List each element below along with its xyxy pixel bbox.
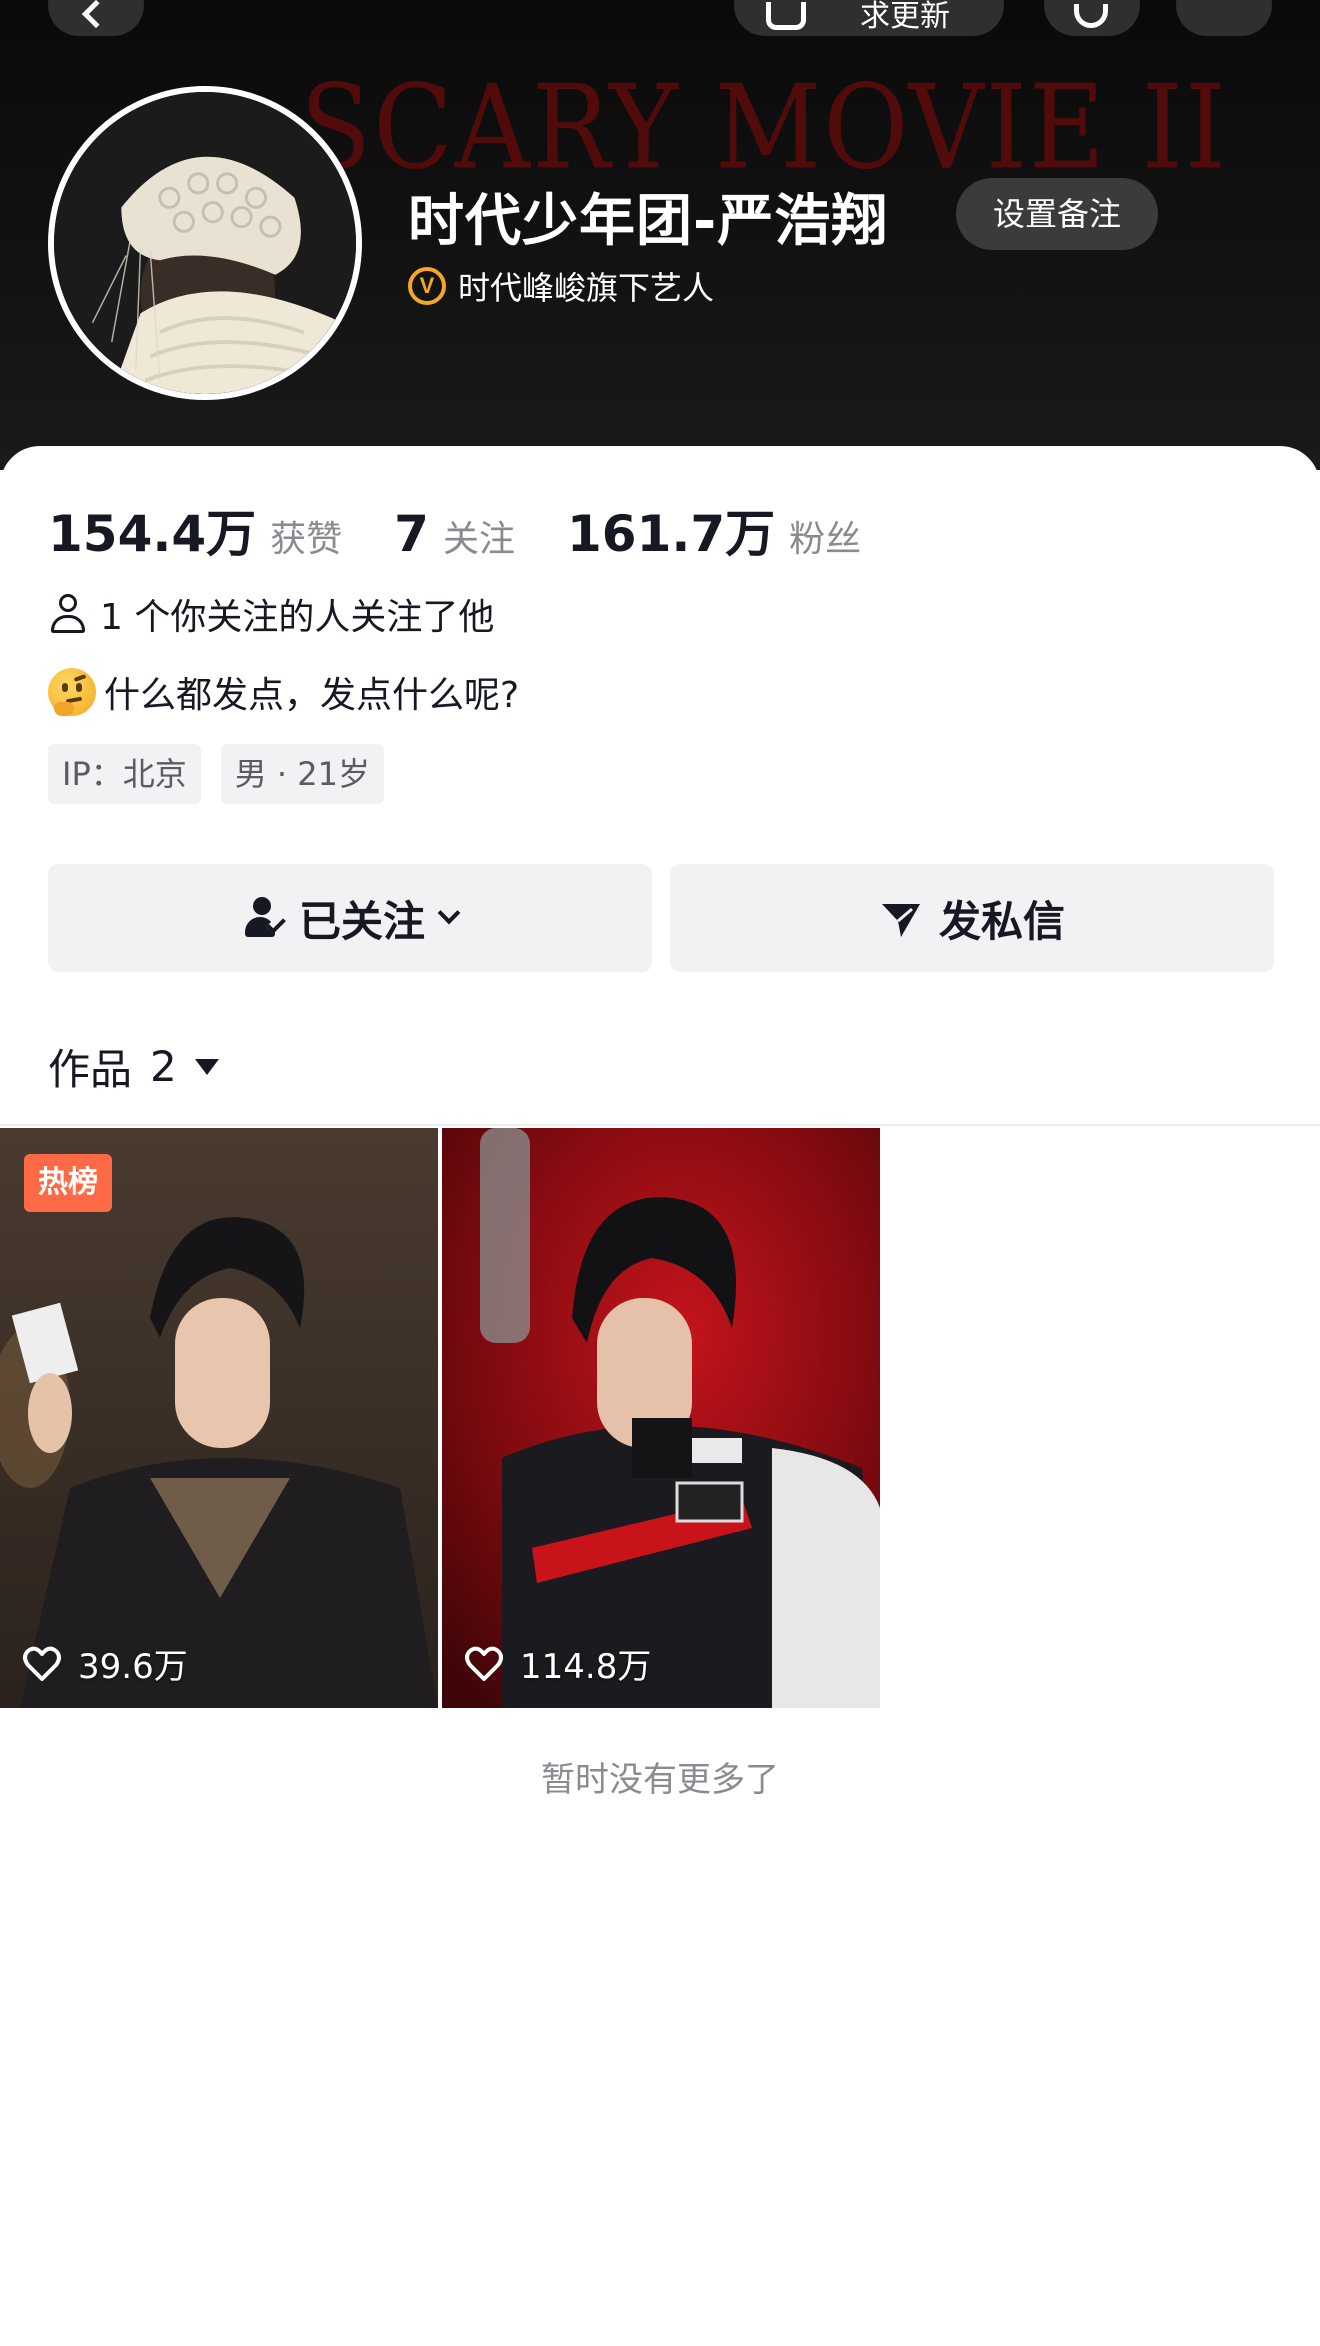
- avatar[interactable]: [48, 86, 362, 400]
- gender-age-tag: 男 · 21岁: [220, 744, 384, 804]
- works-tab[interactable]: 作品 2: [48, 1036, 219, 1097]
- banner-background-text: SCARY MOVIE II: [300, 58, 1228, 196]
- mutual-follow-row[interactable]: 1 个你关注的人关注了他: [48, 588, 494, 640]
- search-button[interactable]: [1044, 0, 1140, 36]
- followers-label: 粉丝: [789, 519, 862, 560]
- video-thumbnail-1[interactable]: 热榜 39.6万: [0, 1128, 438, 1708]
- verified-icon: V: [408, 267, 446, 305]
- bio-text: 什么都发点，发点什么呢?: [104, 675, 520, 716]
- stats-row: 154.4万 获赞 7 关注 161.7万 粉丝: [48, 494, 913, 566]
- likes-label: 获赞: [270, 519, 343, 560]
- works-label: 作品: [48, 1045, 133, 1094]
- thinking-emoji-icon: [48, 668, 96, 716]
- send-icon: [881, 904, 920, 937]
- video-like-count: 114.8万: [464, 1639, 651, 1688]
- search-icon: [1074, 4, 1108, 28]
- mutual-follow-text: 1 个你关注的人关注了他: [100, 597, 495, 638]
- heart-icon: [465, 1646, 503, 1681]
- like-count-text: 114.8万: [520, 1647, 652, 1687]
- triangle-down-icon: [194, 1058, 219, 1075]
- following-label: 关注: [442, 519, 515, 560]
- person-icon: [48, 594, 88, 634]
- video-cover-image: [0, 1128, 438, 1708]
- more-button[interactable]: [1176, 0, 1272, 36]
- avatar-image: [54, 92, 356, 394]
- works-count: 2: [150, 1042, 177, 1091]
- video-like-count: 39.6万: [22, 1639, 188, 1688]
- back-button[interactable]: [48, 0, 144, 36]
- chevron-down-icon: [437, 901, 461, 925]
- followed-icon: [243, 897, 286, 939]
- followers-count[interactable]: 161.7万: [567, 494, 775, 566]
- back-icon: [81, 0, 111, 29]
- followed-label: 已关注: [298, 896, 425, 946]
- ip-location-tag: IP：北京: [48, 744, 201, 804]
- heart-icon: [23, 1646, 61, 1681]
- profile-page: SCARY MOVIE II 求更新 时代少年团-严浩翔 设置备注 V 时代峰峻…: [0, 0, 1320, 2346]
- works-divider: [0, 1124, 1320, 1126]
- request-update-label: 求更新: [860, 0, 950, 34]
- profile-tags: IP：北京 男 · 21岁: [48, 744, 404, 804]
- profile-banner: SCARY MOVIE II 求更新 时代少年团-严浩翔 设置备注 V 时代峰峻…: [0, 0, 1320, 470]
- message-button[interactable]: 发私信: [670, 864, 1274, 972]
- bio-row: 什么都发点，发点什么呢?: [48, 666, 519, 718]
- likes-count[interactable]: 154.4万: [48, 494, 256, 566]
- profile-name: 时代少年团-严浩翔: [408, 189, 889, 254]
- video-thumbnail-2[interactable]: 114.8万: [442, 1128, 880, 1708]
- verification-row: V 时代峰峻旗下艺人: [408, 264, 714, 308]
- hot-list-badge: 热榜: [24, 1154, 112, 1212]
- verification-text: 时代峰峻旗下艺人: [458, 269, 715, 307]
- video-cover-image: [442, 1128, 880, 1708]
- following-count[interactable]: 7: [394, 505, 429, 563]
- like-count-text: 39.6万: [78, 1647, 188, 1687]
- no-more-content-text: 暂时没有更多了: [541, 1760, 779, 1800]
- request-update-button[interactable]: 求更新: [734, 0, 1004, 36]
- followed-button[interactable]: 已关注: [48, 864, 652, 972]
- message-label: 发私信: [938, 896, 1065, 946]
- set-remark-button[interactable]: 设置备注: [956, 178, 1158, 250]
- works-grid: 热榜 39.6万 114.8万: [0, 1128, 880, 1708]
- action-buttons: 已关注 发私信: [48, 864, 1274, 972]
- profile-card: 154.4万 获赞 7 关注 161.7万 粉丝 1 个你关注的人关注了他 什么…: [0, 446, 1320, 2346]
